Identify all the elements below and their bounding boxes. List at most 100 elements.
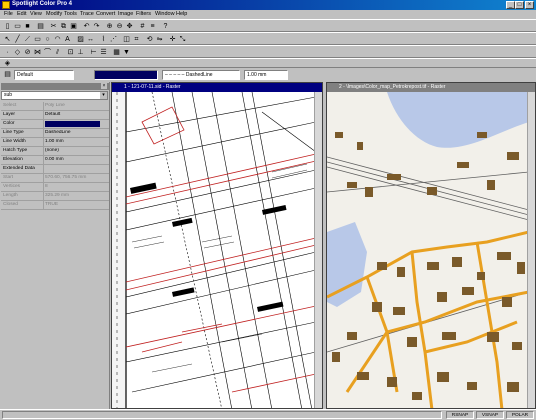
- property-row[interactable]: Vertices 8: [1, 183, 109, 192]
- menu-file[interactable]: File: [4, 11, 13, 17]
- menu-help[interactable]: Help: [176, 11, 187, 17]
- layer-field[interactable]: Default: [14, 70, 74, 80]
- minimize-button[interactable]: _: [506, 1, 515, 9]
- vectorize-icon[interactable]: ⋰: [109, 35, 118, 44]
- menu-trace[interactable]: Trace: [80, 11, 94, 17]
- map-window[interactable]: 2 - \Images\Color_map_Petrokrepost.tif -…: [326, 82, 536, 409]
- property-value[interactable]: 0.00 mm: [45, 157, 108, 162]
- undo-icon[interactable]: ↶: [82, 22, 91, 31]
- trace-icon[interactable]: ⌇: [99, 35, 108, 44]
- new-icon[interactable]: ▯: [3, 22, 12, 31]
- properties-panel: × sub ▾ Select Poly Line Layer Default Color…: [0, 82, 110, 409]
- close-button[interactable]: ×: [525, 1, 534, 9]
- selection-dropdown[interactable]: sub ▾: [1, 91, 108, 100]
- text-icon[interactable]: A: [63, 35, 72, 44]
- snap-icon[interactable]: ⊡: [66, 48, 75, 57]
- dimension-icon[interactable]: ↔: [86, 35, 95, 44]
- title-bar[interactable]: Spotlight Color Pro 4 _ □ ×: [0, 0, 536, 10]
- rectangle-icon[interactable]: ▭: [33, 35, 42, 44]
- save-icon[interactable]: ■: [23, 22, 32, 31]
- rsnap-toggle[interactable]: RSNAP: [446, 411, 474, 419]
- open-icon[interactable]: ▭: [13, 22, 22, 31]
- property-row[interactable]: Select Poly Line: [1, 102, 109, 111]
- menu-convert[interactable]: Convert: [96, 11, 115, 17]
- property-row[interactable]: Layer Default: [1, 111, 109, 120]
- scale-icon[interactable]: ⤡: [178, 35, 187, 44]
- property-row[interactable]: Start 570.60, 756.75 mm: [1, 174, 109, 183]
- property-value[interactable]: (none): [45, 148, 108, 153]
- layer-manager-icon[interactable]: ▤: [3, 70, 12, 79]
- layers-icon[interactable]: ≡: [148, 22, 157, 31]
- polyline-icon[interactable]: ⟋: [23, 35, 32, 44]
- line-width-field[interactable]: 1.00 mm: [244, 70, 288, 80]
- arc-icon[interactable]: ◠: [53, 35, 62, 44]
- filter-icon[interactable]: ▼: [122, 48, 131, 57]
- paste-icon[interactable]: ▣: [69, 22, 78, 31]
- property-row[interactable]: Elevation 0.00 mm: [1, 156, 109, 165]
- menu-window[interactable]: Window: [155, 11, 175, 17]
- property-row[interactable]: Length 325.29 mm: [1, 192, 109, 201]
- fillet-icon[interactable]: ⌒: [43, 48, 52, 57]
- copy-icon[interactable]: ⧉: [59, 22, 68, 31]
- menu-tools[interactable]: Tools: [64, 11, 77, 17]
- linetype-field[interactable]: – – – – – DashedLine: [162, 70, 240, 80]
- measure-icon[interactable]: ⊢: [89, 48, 98, 57]
- join-icon[interactable]: ⋈: [33, 48, 42, 57]
- drawing-scrollbar[interactable]: [314, 92, 322, 408]
- point-icon[interactable]: ·: [3, 48, 12, 57]
- raster-erase-icon[interactable]: ◫: [122, 35, 131, 44]
- close-icon[interactable]: ×: [101, 83, 107, 89]
- node-edit-icon[interactable]: ◇: [13, 48, 22, 57]
- drawing-window[interactable]: 1 - 121-07-11.sid - Raster: [111, 82, 323, 409]
- circle-icon[interactable]: ○: [43, 35, 52, 44]
- property-value[interactable]: [45, 121, 100, 127]
- pan-icon[interactable]: ✥: [125, 22, 134, 31]
- property-value[interactable]: Default: [45, 112, 108, 117]
- map-scrollbar[interactable]: [527, 92, 535, 408]
- color-field[interactable]: [94, 70, 158, 80]
- menu-filters[interactable]: Filters: [136, 11, 151, 17]
- property-row[interactable]: Line Type DashedLine: [1, 129, 109, 138]
- redo-icon[interactable]: ↷: [92, 22, 101, 31]
- line-icon[interactable]: ╱: [13, 35, 22, 44]
- select-icon[interactable]: ↖: [3, 35, 12, 44]
- break-icon[interactable]: ⊘: [23, 48, 32, 57]
- maximize-button[interactable]: □: [515, 1, 524, 9]
- rotate-icon[interactable]: ⟲: [145, 35, 154, 44]
- zoom-out-icon[interactable]: ⊖: [115, 22, 124, 31]
- offset-icon[interactable]: ⫽: [53, 48, 62, 57]
- layer-icon[interactable]: ◈: [3, 59, 12, 68]
- drawing-window-title[interactable]: 1 - 121-07-11.sid - Raster: [112, 83, 322, 92]
- grid-icon[interactable]: #: [138, 22, 147, 31]
- mirror-icon[interactable]: ⇋: [155, 35, 164, 44]
- help-icon[interactable]: ?: [161, 22, 170, 31]
- drawing-canvas[interactable]: [112, 91, 317, 408]
- application-window: Spotlight Color Pro 4 _ □ × File Edit Vi…: [0, 0, 536, 419]
- cut-icon[interactable]: ✂: [49, 22, 58, 31]
- image-icon[interactable]: ▦: [112, 48, 121, 57]
- map-canvas[interactable]: [327, 92, 530, 408]
- property-row[interactable]: Extended Data: [1, 165, 109, 174]
- hatch-icon[interactable]: ▨: [76, 35, 85, 44]
- property-row[interactable]: Closed TRUE: [1, 201, 109, 210]
- chevron-down-icon[interactable]: ▾: [100, 92, 107, 99]
- map-window-title[interactable]: 2 - \Images\Color_map_Petrokrepost.tif -…: [327, 83, 535, 92]
- polar-toggle[interactable]: POLAR: [506, 411, 534, 419]
- property-row[interactable]: Hatch Type (none): [1, 147, 109, 156]
- print-icon[interactable]: ▤: [36, 22, 45, 31]
- ortho-icon[interactable]: ⊥: [76, 48, 85, 57]
- property-value[interactable]: DashedLine: [45, 130, 108, 135]
- menu-view[interactable]: View: [30, 11, 42, 17]
- crop-icon[interactable]: ⌗: [132, 35, 141, 44]
- menu-image[interactable]: Image: [118, 11, 133, 17]
- vsnap-toggle[interactable]: VSNAP: [476, 411, 504, 419]
- zoom-in-icon[interactable]: ⊕: [105, 22, 114, 31]
- property-row[interactable]: Line Width 1.00 mm: [1, 138, 109, 147]
- menu-edit[interactable]: Edit: [17, 11, 26, 17]
- properties-icon[interactable]: ☰: [99, 48, 108, 57]
- properties-panel-title[interactable]: ×: [1, 83, 109, 90]
- move-icon[interactable]: ✛: [168, 35, 177, 44]
- property-row[interactable]: Color: [1, 120, 109, 129]
- menu-modify[interactable]: Modify: [46, 11, 62, 17]
- property-value[interactable]: 1.00 mm: [45, 139, 108, 144]
